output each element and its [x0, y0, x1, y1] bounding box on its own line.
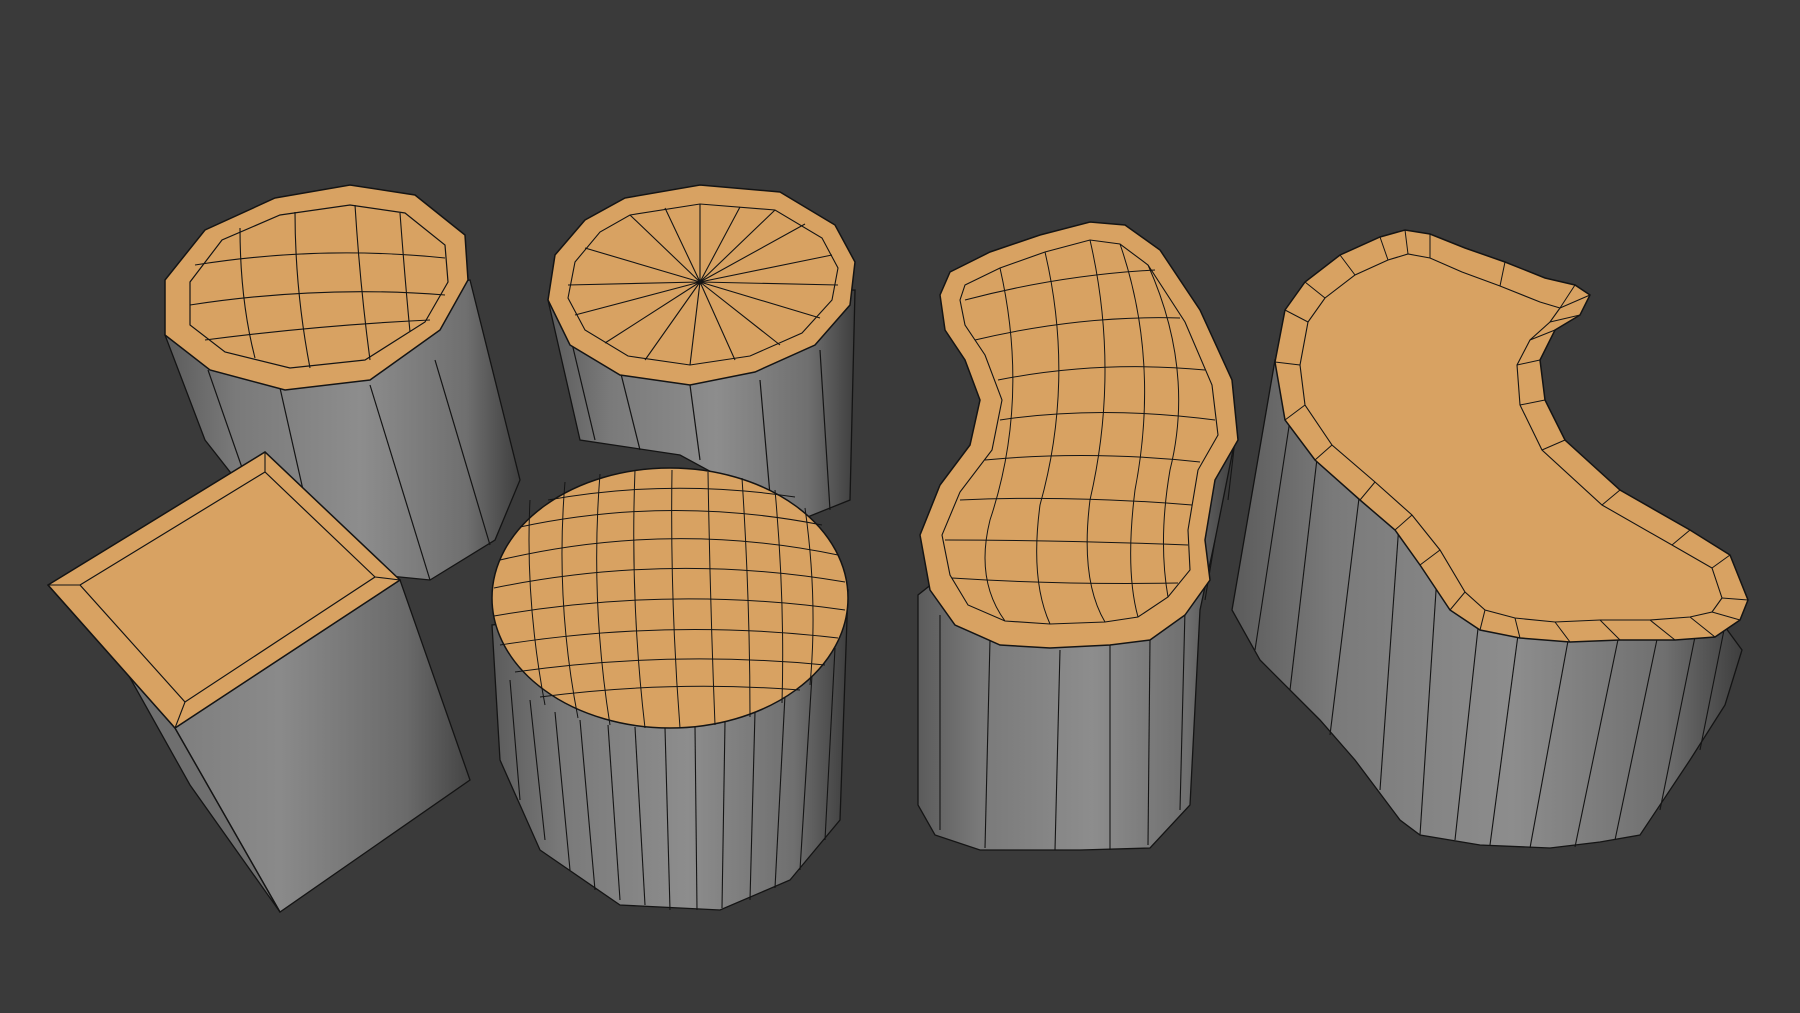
cylinder-pole-center: [697, 279, 703, 285]
cylinder-dense-grid[interactable]: [491, 467, 849, 911]
kidney-shape-bevel-topology[interactable]: [1231, 229, 1749, 849]
viewport-canvas[interactable]: [0, 0, 1800, 1013]
s-shape-grid-top: [919, 221, 1239, 649]
s-shape-grid-topology[interactable]: [917, 221, 1239, 851]
cylinder-dense-top: [491, 467, 849, 729]
3d-viewport[interactable]: [0, 0, 1800, 1013]
